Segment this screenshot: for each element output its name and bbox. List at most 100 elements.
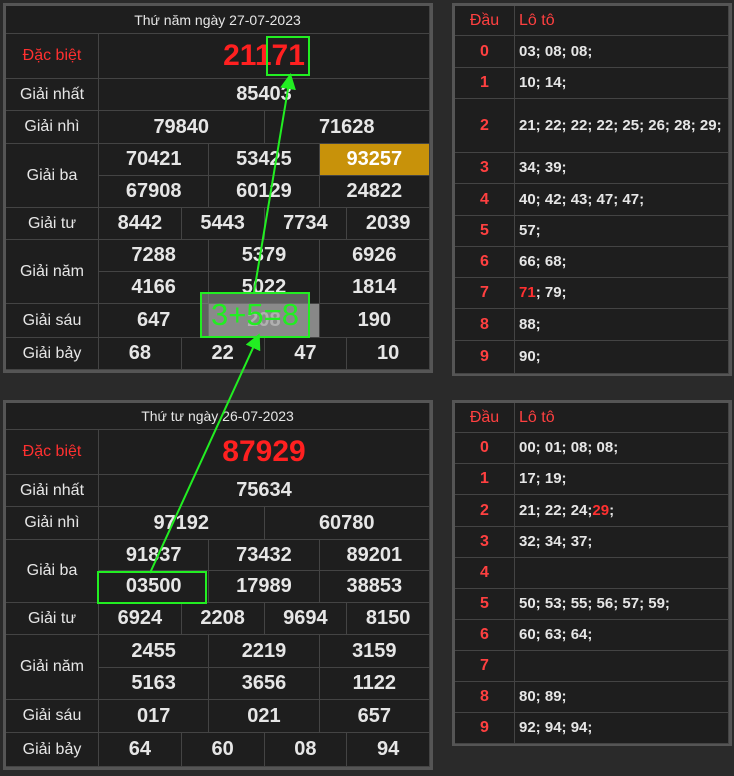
draw1-fifth-prize-2: 6926 — [319, 240, 430, 272]
draw2-seventh-prize-0: 64 — [99, 733, 182, 767]
draw2-second-prize-1: 60780 — [264, 507, 430, 540]
loto2-loto-text-2-1: 29 — [592, 501, 610, 519]
draw1-first-prize: 85403 — [99, 79, 430, 111]
draw1-fifth-prize-5: 1814 — [319, 272, 430, 304]
draw2-label-2: Giải nhì — [6, 507, 99, 540]
loto2-head-dau: Đầu — [455, 403, 515, 433]
loto2-loto-text-6-0: 60; 63; 64; — [519, 626, 593, 643]
loto1-loto-row-1: 10; 14; — [515, 68, 729, 99]
loto2-dau-4: 4 — [455, 558, 515, 589]
loto2-loto-text-3-0: 32; 34; 37; — [519, 533, 593, 550]
loto1-loto-text-5-0: 57; — [519, 222, 541, 239]
loto2-loto-row-9: 92; 94; 94; — [515, 713, 729, 744]
draw2-second-prize-0: 97192 — [99, 507, 265, 540]
loto1-dau-8: 8 — [455, 309, 515, 341]
draw1-third-prize-0: 70421 — [99, 144, 210, 176]
loto1-dau-1: 1 — [455, 68, 515, 99]
draw2-label-0: Đặc biệt — [6, 430, 99, 475]
loto1-loto-text-0-0: 03; 08; 08; — [519, 42, 593, 60]
draw2-fifth-prize-0: 2455 — [99, 635, 210, 668]
draw2-results-table: Thứ tư ngày 26-07-2023 Đặc biệt Giải nhất G… — [3, 400, 433, 770]
loto1-head-dau: Đầu — [455, 6, 515, 36]
loto1-loto-text-4-0: 40; 42; 43; 47; 47; — [519, 190, 645, 208]
draw2-sixth-prize-0: 017 — [99, 700, 210, 733]
draw2-sixth-prize-1: 021 — [209, 700, 320, 733]
loto1-loto-text-7-0: 71 — [519, 284, 536, 301]
draw1-fifth-prize-1: 5379 — [209, 240, 320, 272]
loto1-loto-text-7-1: ; 79; — [535, 284, 567, 301]
loto2-loto-text-9-0: 92; 94; 94; — [519, 719, 593, 736]
loto2-dau-5: 5 — [455, 589, 515, 620]
draw1-third-prize-4: 60129 — [209, 176, 320, 208]
loto2-loto-text-8-0: 80; 89; — [519, 688, 567, 705]
draw1-seventh-prize-1: 22 — [181, 338, 265, 370]
loto1-loto-text-6-0: 66; 68; — [519, 253, 567, 270]
draw1-fifth-prize-0: 7288 — [99, 240, 210, 272]
draw2-fourth-prize-2: 9694 — [264, 603, 348, 635]
loto1-loto-row-9: 90; — [515, 341, 729, 374]
loto1-loto-row-5: 57; — [515, 216, 729, 247]
loto2-loto-row-2: 21; 22; 24; 29; — [515, 495, 729, 527]
loto2-dau-8: 8 — [455, 682, 515, 713]
loto1-loto-text-1-0: 10; 14; — [519, 74, 567, 91]
draw1-third-prize-3: 67908 — [99, 176, 210, 208]
draw1-seventh-prize-3: 10 — [347, 338, 430, 370]
draw1-label-6: Giải sáu — [6, 304, 99, 338]
draw2-fifth-prize-3: 5163 — [99, 668, 210, 700]
loto2-dau-1: 1 — [455, 464, 515, 495]
draw2-label-7: Giải bảy — [6, 733, 99, 767]
loto2-loto-row-7 — [515, 651, 729, 682]
loto1-loto-table: Đầu Lô tô 0 03; 08; 08; 1 10; 14; 2 21; 22; 22;… — [452, 3, 732, 376]
draw2-seventh-prize-3: 94 — [347, 733, 430, 767]
draw2-seventh-prize-1: 60 — [181, 733, 265, 767]
loto2-dau-3: 3 — [455, 527, 515, 558]
draw2-label-6: Giải sáu — [6, 700, 99, 733]
draw2-fifth-prize-1: 2219 — [209, 635, 320, 668]
draw2-label-3: Giải ba — [6, 540, 99, 603]
draw2-label-4: Giải tư — [6, 603, 99, 635]
draw1-sixth-prize-0: 647 — [99, 304, 210, 338]
draw2-seventh-prize-2: 08 — [264, 733, 348, 767]
loto1-dau-3: 3 — [455, 153, 515, 184]
draw1-fourth-prize-0: 8442 — [99, 208, 182, 240]
loto1-dau-6: 6 — [455, 247, 515, 278]
draw2-fifth-prize-4: 3656 — [209, 668, 320, 700]
draw2-third-prize-2: 89201 — [319, 540, 430, 571]
loto2-loto-table: Đầu Lô tô 0 00; 01; 08; 08; 1 17; 19; 2 21; 22;… — [452, 400, 732, 746]
sum-equation-box: 3+5=8 — [200, 292, 310, 338]
loto1-loto-row-2: 21; 22; 22; 22; 25; 26; 28; 29; — [515, 99, 729, 153]
loto1-loto-row-8: 88; — [515, 309, 729, 341]
loto2-dau-9: 9 — [455, 713, 515, 744]
draw2-date-title: Thứ tư ngày 26-07-2023 — [6, 403, 430, 430]
loto2-loto-row-1: 17; 19; — [515, 464, 729, 495]
loto1-dau-9: 9 — [455, 341, 515, 374]
draw2-third-prize-1: 73432 — [209, 540, 320, 571]
draw2-sixth-prize-2: 657 — [319, 700, 430, 733]
loto2-dau-7: 7 — [455, 651, 515, 682]
draw2-label-1: Giải nhất — [6, 475, 99, 507]
loto2-loto-text-0-0: 00; 01; 08; 08; — [519, 439, 619, 456]
draw1-fourth-prize-1: 5443 — [181, 208, 265, 240]
draw1-third-prize-1: 53425 — [209, 144, 320, 176]
draw1-date-title: Thứ năm ngày 27-07-2023 — [6, 6, 430, 34]
draw2-special-prize: 87929 — [99, 430, 430, 475]
draw2-fourth-prize-3: 8150 — [347, 603, 430, 635]
draw1-label-7: Giải bảy — [6, 338, 99, 370]
draw2-first-prize: 75634 — [99, 475, 430, 507]
draw1-second-prize-1: 71628 — [264, 111, 430, 144]
loto1-loto-text-8-0: 88; — [519, 315, 541, 333]
loto2-head-loto: Lô tô — [515, 403, 729, 433]
loto2-dau-2: 2 — [455, 495, 515, 527]
loto2-loto-row-0: 00; 01; 08; 08; — [515, 433, 729, 464]
draw1-label-1: Giải nhất — [6, 79, 99, 111]
loto2-loto-row-5: 50; 53; 55; 56; 57; 59; — [515, 589, 729, 620]
draw2-third-prize-0: 91837 — [99, 540, 210, 571]
loto1-loto-row-6: 66; 68; — [515, 247, 729, 278]
draw2-fifth-prize-2: 3159 — [319, 635, 430, 668]
loto1-loto-row-3: 34; 39; — [515, 153, 729, 184]
loto2-loto-row-8: 80; 89; — [515, 682, 729, 713]
loto1-loto-row-7: 71; 79; — [515, 278, 729, 309]
draw1-third-prize-2: 93257 — [319, 144, 430, 176]
draw2-fourth-prize-1: 2208 — [181, 603, 265, 635]
draw2-label-5: Giải năm — [6, 635, 99, 700]
